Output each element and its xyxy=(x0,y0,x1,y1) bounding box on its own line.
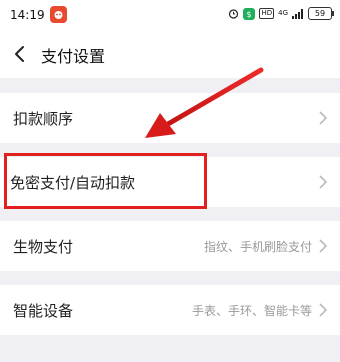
chevron-right-icon xyxy=(319,303,328,317)
status-bar: 14:19 $ HD 4G 59 xyxy=(0,0,340,30)
svg-text:$: $ xyxy=(247,10,252,19)
row-value: 指纹、手机刷脸支付 xyxy=(203,240,312,254)
row-smart-devices[interactable]: 智能设备 手表、手环、智能卡等 xyxy=(0,285,340,335)
chevron-right-icon xyxy=(319,239,328,253)
row-label: 扣款顺序 xyxy=(13,110,74,128)
chevron-right-icon xyxy=(319,175,328,189)
network-label: 4G xyxy=(278,9,288,17)
signal-icon xyxy=(292,8,303,19)
status-time: 14:19 xyxy=(10,8,45,22)
row-deduction-order[interactable]: 扣款顺序 xyxy=(0,93,340,143)
annotation-highlight-box xyxy=(4,153,207,209)
hd-icon: HD xyxy=(259,8,275,19)
back-arrow-icon[interactable] xyxy=(10,44,30,64)
row-biometric-payment[interactable]: 生物支付 指纹、手机刷脸支付 xyxy=(0,221,340,271)
shield-app-icon: $ xyxy=(243,7,256,20)
row-value: 手表、手环、智能卡等 xyxy=(191,304,312,318)
chevron-right-icon xyxy=(319,111,328,125)
page-title: 支付设置 xyxy=(41,47,106,66)
alarm-icon xyxy=(229,9,239,19)
row-label: 智能设备 xyxy=(13,302,74,320)
notification-app-icon xyxy=(50,6,67,23)
battery-icon: 59 xyxy=(308,7,334,20)
status-icons: $ HD 4G 59 xyxy=(228,7,334,20)
header: 支付设置 xyxy=(0,30,340,78)
row-label: 生物支付 xyxy=(13,238,74,256)
